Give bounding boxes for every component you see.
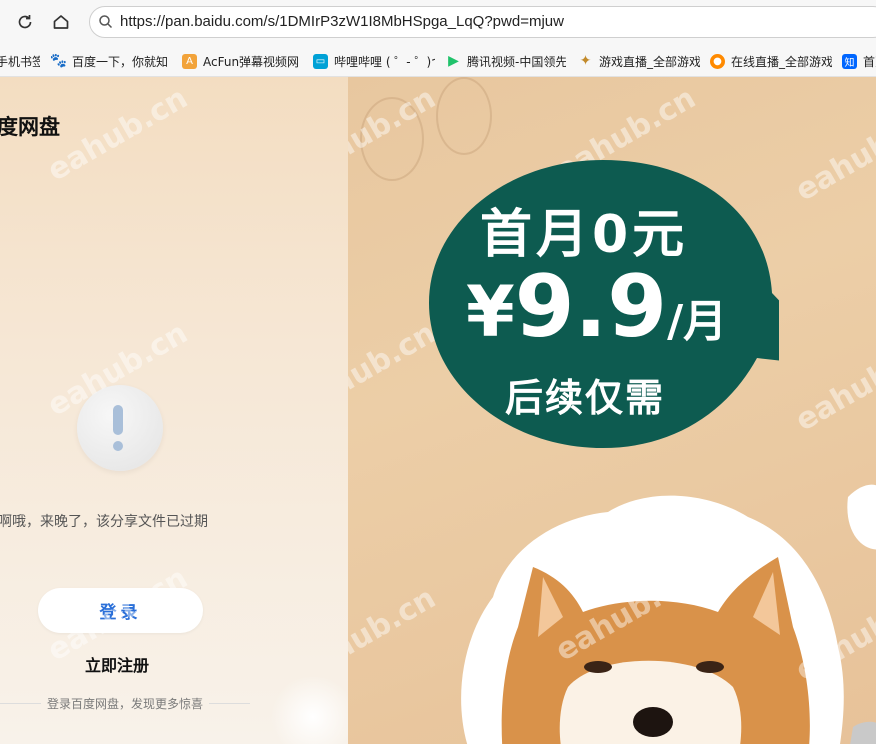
page-title: 度网盘 [0, 115, 60, 139]
promo-price: ¥9.9/月 [466, 257, 727, 357]
price-unit: /月 [667, 296, 728, 347]
zhihu-icon: 知 [842, 53, 857, 69]
bookmark-item[interactable]: 手机书签 [0, 52, 40, 70]
promo-subtext: 后续仅需 [505, 376, 666, 420]
url-text[interactable]: https://pan.baidu.com/s/1DMIrP3zW1I8MbHS… [120, 13, 564, 30]
baidu-paw-icon: 🐾 [51, 53, 68, 69]
bookmark-item[interactable]: ● 在线直播_全部游戏 [710, 52, 832, 70]
coin-decoration [436, 77, 492, 155]
bookmark-label: 手机书签 [0, 54, 40, 69]
search-icon [98, 14, 114, 34]
footer-note-text: 登录百度网盘，发现更多惊喜 [47, 697, 204, 711]
bookmarks-bar: 手机书签 🐾 百度一下，你就知 A AcFun弹幕视频网 ▭ 哔哩哔哩 ( ゜-… [0, 44, 876, 77]
login-button[interactable]: 登录 [38, 588, 203, 633]
tencent-video-icon: ▶ [448, 53, 459, 69]
price-value: 9.9 [514, 257, 668, 357]
bookmark-label: 哔哩哔哩 ( ゜- ゜)つ [334, 54, 435, 69]
bookmark-label: 百度一下，你就知 [72, 54, 169, 69]
huya-icon: ✦ [579, 53, 592, 69]
login-panel: 度网盘 啊哦，来晚了，该分享文件已过期 登录 立即注册 登录百度网盘，发现更多惊… [0, 77, 358, 744]
bookmark-item[interactable]: A AcFun弹幕视频网 [182, 52, 300, 70]
douyu-icon: ● [710, 53, 725, 69]
reload-icon[interactable] [13, 10, 37, 34]
register-link[interactable]: 立即注册 [85, 652, 149, 676]
bookmark-label: 腾讯视频-中国领先 [467, 54, 566, 69]
bookmark-item[interactable]: ▶ 腾讯视频-中国领先 [446, 52, 566, 70]
expired-message: 啊哦，来晚了，该分享文件已过期 [0, 514, 208, 530]
alert-icon [77, 385, 163, 471]
footer-note: 登录百度网盘，发现更多惊喜 [0, 695, 251, 712]
bookmark-item[interactable]: 🐾 百度一下，你就知 [51, 52, 169, 70]
address-bar[interactable]: https://pan.baidu.com/s/1DMIrP3zW1I8MbHS… [89, 6, 876, 38]
acfun-icon: A [182, 53, 197, 69]
shiba-dog-illustration [461, 484, 876, 744]
watermark: eahub.cn [348, 580, 442, 689]
bookmark-item[interactable]: ▭ 哔哩哔哩 ( ゜- ゜)つ [313, 52, 435, 70]
bilibili-icon: ▭ [313, 53, 328, 69]
price-symbol: ¥ [466, 271, 515, 353]
bookmark-item[interactable]: ✦ 游戏直播_全部游戏 [578, 52, 700, 70]
bookmark-label: 在线直播_全部游戏 [731, 54, 832, 69]
home-icon[interactable] [49, 10, 73, 34]
cloud-decoration [268, 677, 358, 744]
bookmark-label: 首页 [863, 54, 876, 69]
browser-toolbar: https://pan.baidu.com/s/1DMIrP3zW1I8MbHS… [0, 0, 876, 44]
bookmark-label: AcFun弹幕视频网 [203, 54, 300, 69]
bookmark-item[interactable]: 知 首页 [842, 52, 876, 70]
coin-decoration [360, 97, 424, 181]
promo-headline: 首月0元 [480, 205, 689, 265]
page-content: 度网盘 啊哦，来晚了，该分享文件已过期 登录 立即注册 登录百度网盘，发现更多惊… [0, 77, 876, 744]
watermark: eahub.cn [789, 100, 876, 209]
bookmark-label: 游戏直播_全部游戏 [599, 54, 700, 69]
watermark: eahub.cn [789, 330, 876, 439]
